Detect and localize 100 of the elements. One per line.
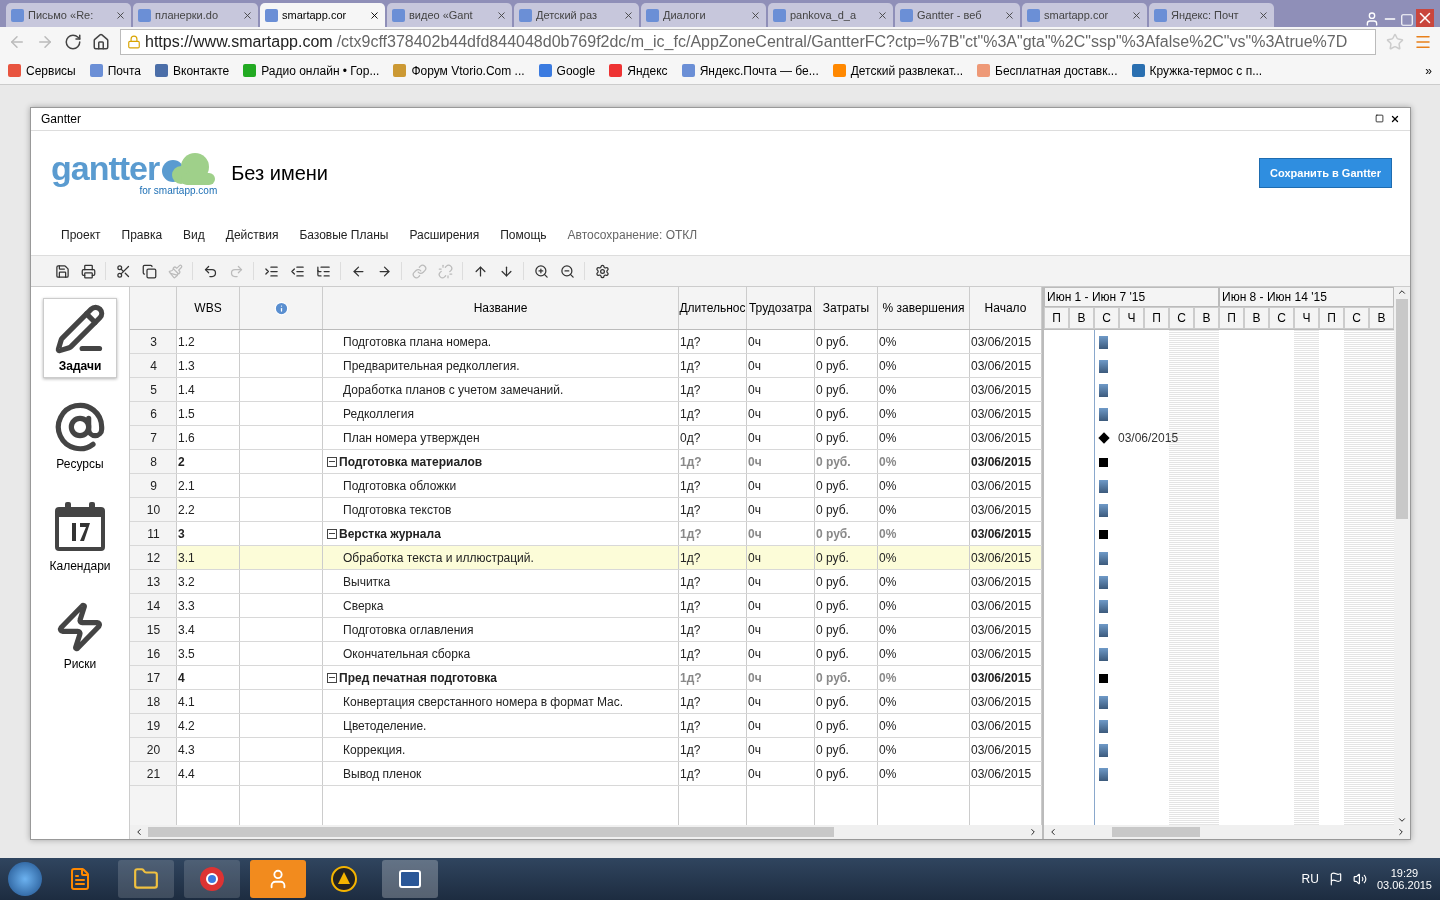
toolbar-button[interactable] <box>53 262 71 280</box>
toolbar-button[interactable] <box>114 262 132 280</box>
taskbar-app[interactable] <box>184 860 240 898</box>
scrollbar[interactable] <box>1394 287 1410 826</box>
browser-tab[interactable]: pankova_d_a <box>768 3 893 27</box>
table-row[interactable]: 15 3.4 Подготовка оглавления 1д? 0ч 0 руб. 0% 03/06/2015 <box>130 618 1042 642</box>
task-bar[interactable] <box>1099 383 1108 397</box>
scrollbar-thumb[interactable] <box>1396 299 1408 519</box>
menu-item[interactable]: Вид <box>183 228 205 242</box>
menu-item[interactable]: Действия <box>225 228 279 242</box>
collapse-icon[interactable] <box>327 456 337 467</box>
scrollbar[interactable] <box>130 825 1042 840</box>
column-header[interactable]: % завершения <box>878 287 970 329</box>
start-button[interactable] <box>8 862 42 896</box>
star-icon[interactable] <box>1386 33 1404 51</box>
bookmark-link[interactable]: Радио онлайн • Гор... <box>243 63 380 78</box>
task-bar[interactable] <box>1099 575 1108 589</box>
bookmark-link[interactable]: Бесплатная доставк... <box>977 63 1118 78</box>
scrollbar-thumb[interactable] <box>148 827 834 838</box>
scroll-right-icon[interactable] <box>1028 827 1038 838</box>
browser-tab[interactable]: видео «Gant <box>387 3 512 27</box>
table-row[interactable]: 13 3.2 Вычитка 1д? 0ч 0 руб. 0% 03/06/2015 <box>130 570 1042 594</box>
user-icon[interactable] <box>1364 11 1380 27</box>
menu-item[interactable]: Проект <box>61 228 101 242</box>
scroll-right-icon[interactable] <box>1396 827 1406 838</box>
browser-tab[interactable]: планерки.do <box>133 3 258 27</box>
bookmark-link[interactable]: Яндекс <box>609 63 668 78</box>
taskbar-app[interactable] <box>382 860 438 898</box>
task-bar[interactable] <box>1099 359 1108 373</box>
bookmark-link[interactable]: Сервисы <box>8 63 76 78</box>
language-indicator[interactable]: RU <box>1301 872 1319 886</box>
task-bar[interactable] <box>1099 503 1108 517</box>
volume-icon[interactable] <box>1352 872 1367 886</box>
table-row[interactable]: 8 2 Подготовка материалов 1д? 0ч 0 руб. 0% 03/06/2015 <box>130 450 1042 474</box>
sidebar-item[interactable]: Риски <box>43 596 117 676</box>
scroll-left-icon[interactable] <box>134 827 144 838</box>
flag-icon[interactable] <box>1328 872 1343 886</box>
browser-tab[interactable]: Яндекс: Почт <box>1149 3 1274 27</box>
reload-icon[interactable] <box>64 33 82 51</box>
home-icon[interactable] <box>92 33 110 51</box>
milestone-marker[interactable] <box>1098 432 1110 444</box>
table-row[interactable]: 10 2.2 Подготовка текстов 1д? 0ч 0 руб. 0% 03/06/2015 <box>130 498 1042 522</box>
task-bar[interactable] <box>1099 743 1108 757</box>
table-row[interactable]: 20 4.3 Коррекция. 1д? 0ч 0 руб. 0% 03/06/2015 <box>130 738 1042 762</box>
toolbar-button[interactable] <box>558 262 576 280</box>
collapse-icon[interactable] <box>327 672 337 683</box>
sidebar-item[interactable]: Календари <box>43 494 117 578</box>
taskbar-app[interactable] <box>118 860 174 898</box>
task-bar[interactable] <box>1099 599 1108 613</box>
scrollbar[interactable] <box>1044 825 1410 840</box>
summary-bar[interactable] <box>1099 457 1108 467</box>
task-bar[interactable] <box>1099 623 1108 637</box>
menu-item[interactable]: Правка <box>121 228 163 242</box>
menu-item[interactable]: Базовые Планы <box>299 228 389 242</box>
table-row[interactable]: 12 3.1 Обработка текста и иллюстраций. 1д? 0ч 0 руб. 0% 03/06/2015 <box>130 546 1042 570</box>
table-row[interactable]: 16 3.5 Окончательная сборка 1д? 0ч 0 руб. 0% 03/06/2015 <box>130 642 1042 666</box>
table-row[interactable]: 11 3 Верстка журнала 1д? 0ч 0 руб. 0% 03/06/2015 <box>130 522 1042 546</box>
task-bar[interactable] <box>1099 335 1108 349</box>
toolbar-button[interactable] <box>140 262 158 280</box>
menu-icon[interactable] <box>1414 33 1432 51</box>
maximize-icon[interactable] <box>1375 114 1384 123</box>
bookmark-link[interactable]: Детский развлекат... <box>832 63 964 78</box>
task-bar[interactable] <box>1099 647 1108 661</box>
bookmark-link[interactable]: Яндекс.Почта — бе... <box>681 63 819 78</box>
column-header[interactable]: Затраты <box>815 287 878 329</box>
collapse-icon[interactable] <box>327 528 337 539</box>
toolbar-button[interactable] <box>79 262 97 280</box>
task-bar[interactable] <box>1099 551 1108 565</box>
table-row[interactable]: 18 4.1 Конвертация сверстанного номера в формат Mac. 1д? 0ч 0 руб. 0% 03/06/2015 <box>130 690 1042 714</box>
task-bar[interactable] <box>1099 695 1108 709</box>
table-row[interactable]: 5 1.4 Доработка планов с учетом замечаний. 1д? 0ч 0 руб. 0% 03/06/2015 <box>130 378 1042 402</box>
menu-item[interactable]: Помощь <box>500 228 547 242</box>
column-header[interactable]: WBS <box>177 287 240 329</box>
browser-tab[interactable]: Gantter - веб <box>895 3 1020 27</box>
task-bar[interactable] <box>1099 407 1108 421</box>
sidebar-item[interactable]: Задачи <box>43 298 117 378</box>
sidebar-item[interactable]: Ресурсы <box>43 396 117 476</box>
address-field[interactable]: https://www.smartapp.com /ctx9cff378402b44dfd844048d0b769f2dc/m_ic_fc/AppZoneCentral/GantterFC?ctp=%7B"ct"%3A"gta"%2C"ssp"%3Afalse%2C"vs"%3Atrue%7D <box>120 29 1376 55</box>
table-row[interactable]: 7 1.6 План номера утвержден 0д? 0ч 0 руб. 0% 03/06/2015 <box>130 426 1042 450</box>
bookmark-link[interactable]: Вконтакте <box>155 63 230 78</box>
menu-item[interactable]: Расширения <box>409 228 480 242</box>
browser-tab[interactable]: Диалоги <box>641 3 766 27</box>
clock[interactable]: 19:29 03.06.2015 <box>1376 867 1432 891</box>
bookmarks-more[interactable]: » <box>1425 63 1432 78</box>
table-row[interactable]: 17 4 Пред печатная подготовка 1д? 0ч 0 руб. 0% 03/06/2015 <box>130 666 1042 690</box>
close-icon[interactable] <box>1390 114 1400 124</box>
scroll-left-icon[interactable] <box>1048 827 1058 838</box>
scrollbar-thumb[interactable] <box>1112 827 1200 838</box>
table-row[interactable]: 21 4.4 Вывод пленок 1д? 0ч 0 руб. 0% 03/06/2015 <box>130 762 1042 786</box>
scroll-up-icon[interactable] <box>1397 287 1407 297</box>
task-bar[interactable] <box>1099 767 1108 781</box>
bookmark-link[interactable]: Google <box>538 63 596 78</box>
browser-tab[interactable]: smartapp.cor <box>1022 3 1147 27</box>
table-row[interactable]: 19 4.2 Цветоделение. 1д? 0ч 0 руб. 0% 03/06/2015 <box>130 714 1042 738</box>
browser-tab[interactable]: Детский раз <box>514 3 639 27</box>
table-row[interactable]: 6 1.5 Редколлегия 1д? 0ч 0 руб. 0% 03/06/2015 <box>130 402 1042 426</box>
summary-bar[interactable] <box>1099 673 1108 683</box>
table-row[interactable]: 3 1.2 Подготовка плана номера. 1д? 0ч 0 руб. 0% 03/06/2015 <box>130 330 1042 354</box>
table-row[interactable]: 4 1.3 Предварительная редколлегия. 1д? 0ч 0 руб. 0% 03/06/2015 <box>130 354 1042 378</box>
toolbar-button[interactable] <box>593 262 611 280</box>
